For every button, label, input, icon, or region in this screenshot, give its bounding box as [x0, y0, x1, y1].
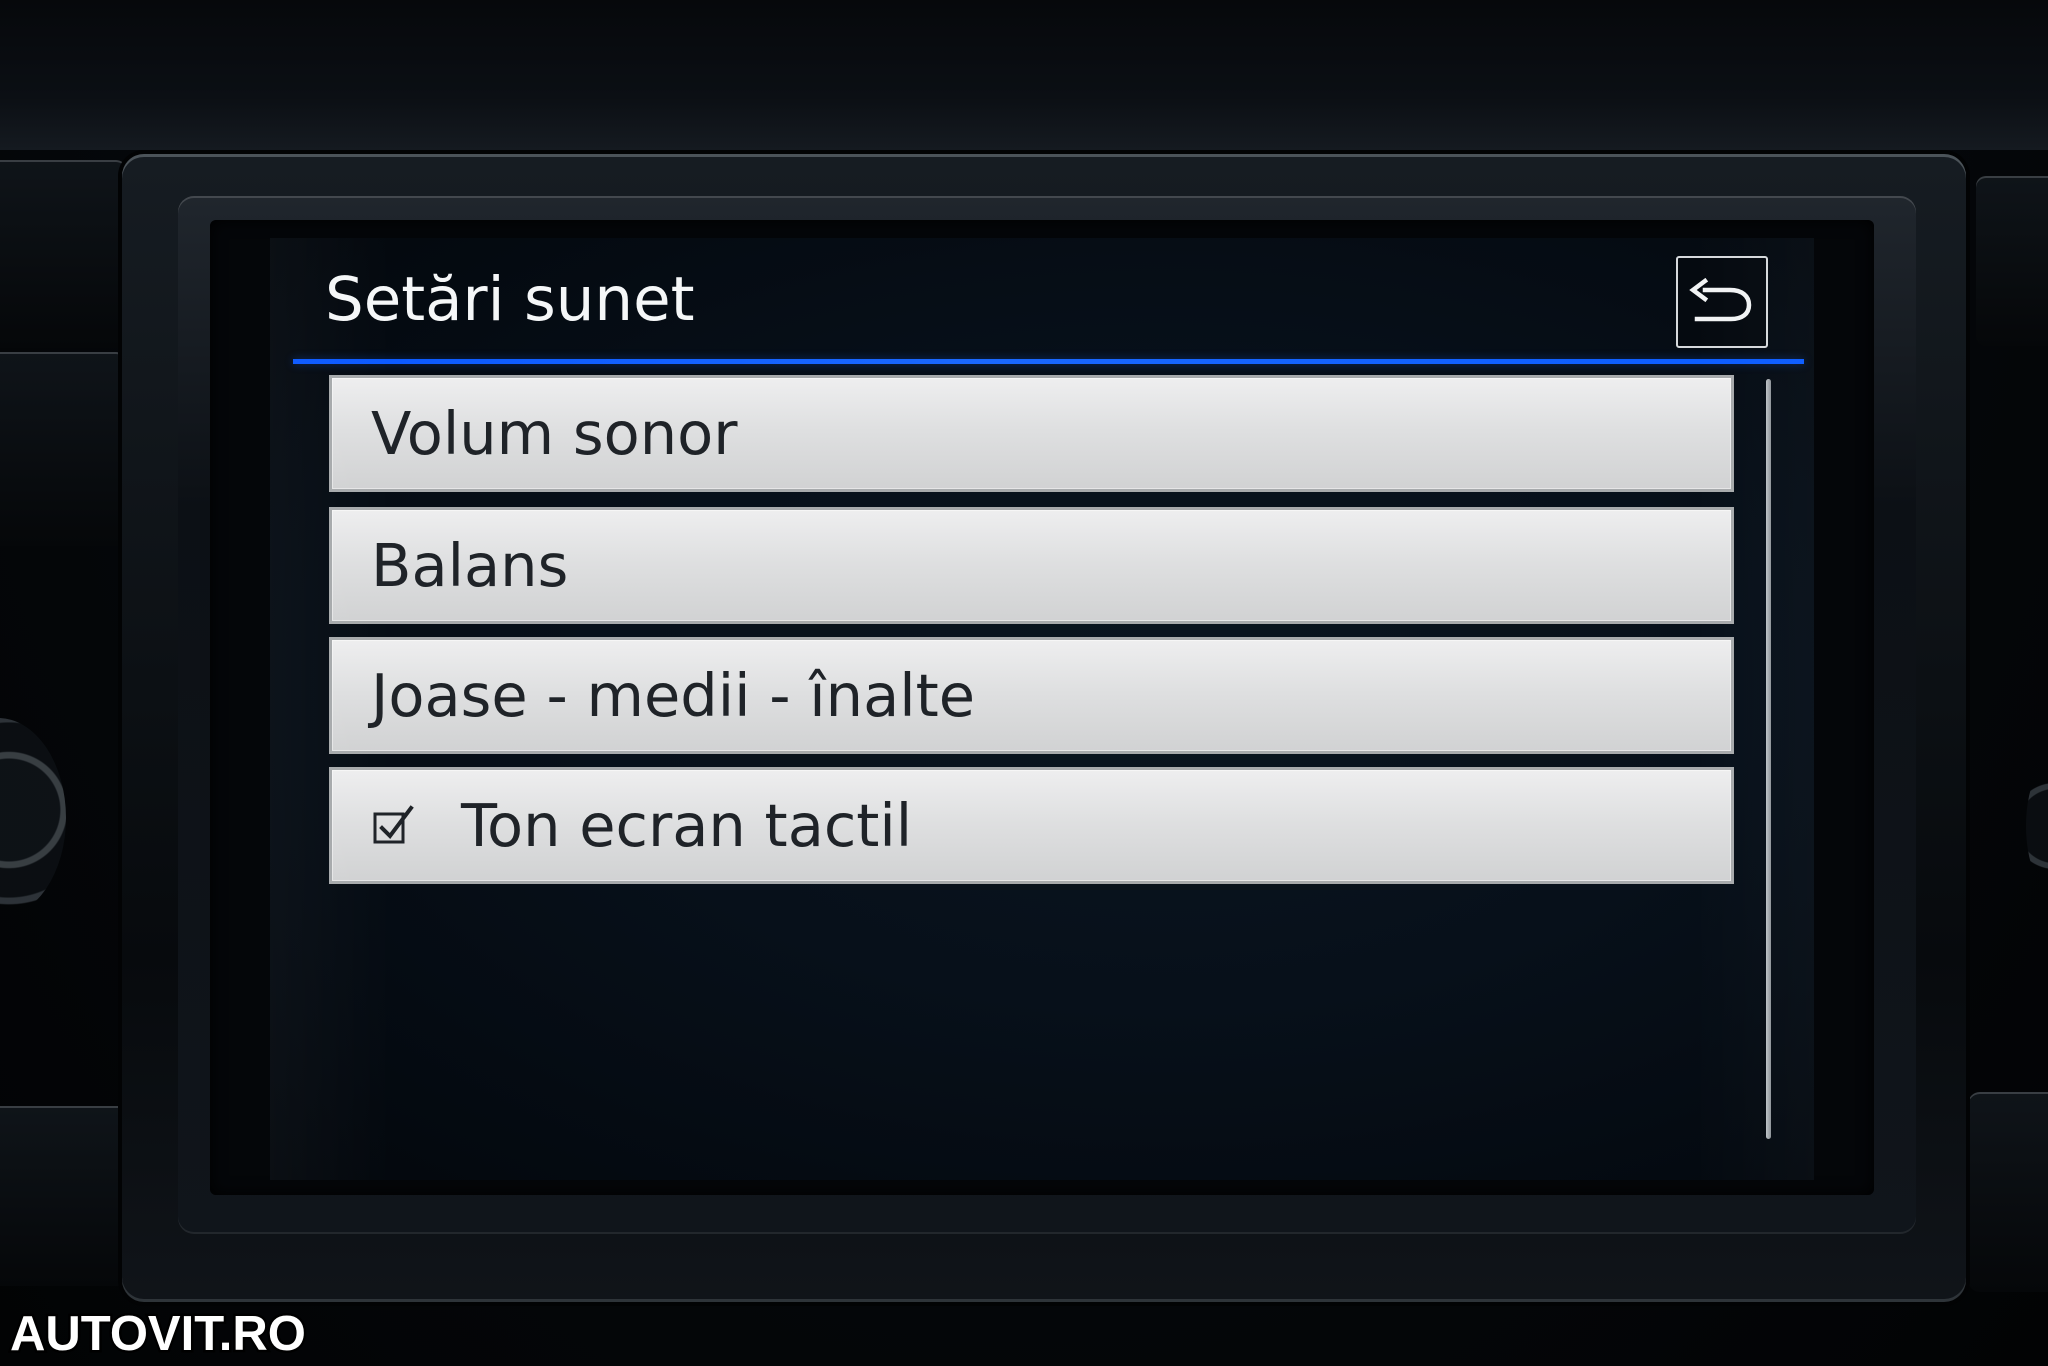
page-title: Setări sunet: [325, 264, 695, 335]
right-hardware-button-bottom: [1968, 1092, 2048, 1292]
sound-settings-screen: Setări sunet Volum sonor Balans Joase - …: [270, 238, 1814, 1180]
checkmark-icon: [373, 805, 414, 844]
menu-item-label: Joase - medii - înalte: [371, 661, 976, 730]
left-hardware-button-top: [0, 160, 126, 348]
menu-item-label: Balans: [371, 531, 569, 600]
left-control-knob: [0, 718, 66, 918]
right-control-knob: [2026, 746, 2048, 906]
right-hardware-button-top: [1976, 176, 2048, 346]
vertical-scrollbar[interactable]: [1766, 379, 1771, 1139]
menu-item-joase-medii-inalte[interactable]: Joase - medii - înalte: [329, 637, 1734, 754]
svg-text:AUTOVIT.RO: AUTOVIT.RO: [10, 1307, 306, 1361]
menu-item-ton-ecran-tactil[interactable]: Ton ecran tactil: [329, 767, 1734, 884]
title-accent-rule: [293, 359, 1804, 364]
menu-item-volum-sonor[interactable]: Volum sonor: [329, 375, 1734, 492]
autovit-watermark: AUTOVIT.RO: [8, 1303, 338, 1365]
back-arrow-icon: [1688, 278, 1751, 322]
dashboard-upper-trim: [0, 0, 2048, 150]
menu-item-balans[interactable]: Balans: [329, 507, 1734, 624]
infotainment-photo: Setări sunet Volum sonor Balans Joase - …: [0, 0, 2048, 1366]
menu-item-label: Ton ecran tactil: [461, 791, 913, 860]
left-hardware-button-middle: [0, 352, 126, 546]
back-button[interactable]: [1676, 256, 1768, 348]
left-hardware-button-bottom: [0, 1106, 140, 1286]
touch-tone-checkbox[interactable]: [372, 804, 415, 847]
menu-item-label: Volum sonor: [371, 399, 738, 468]
